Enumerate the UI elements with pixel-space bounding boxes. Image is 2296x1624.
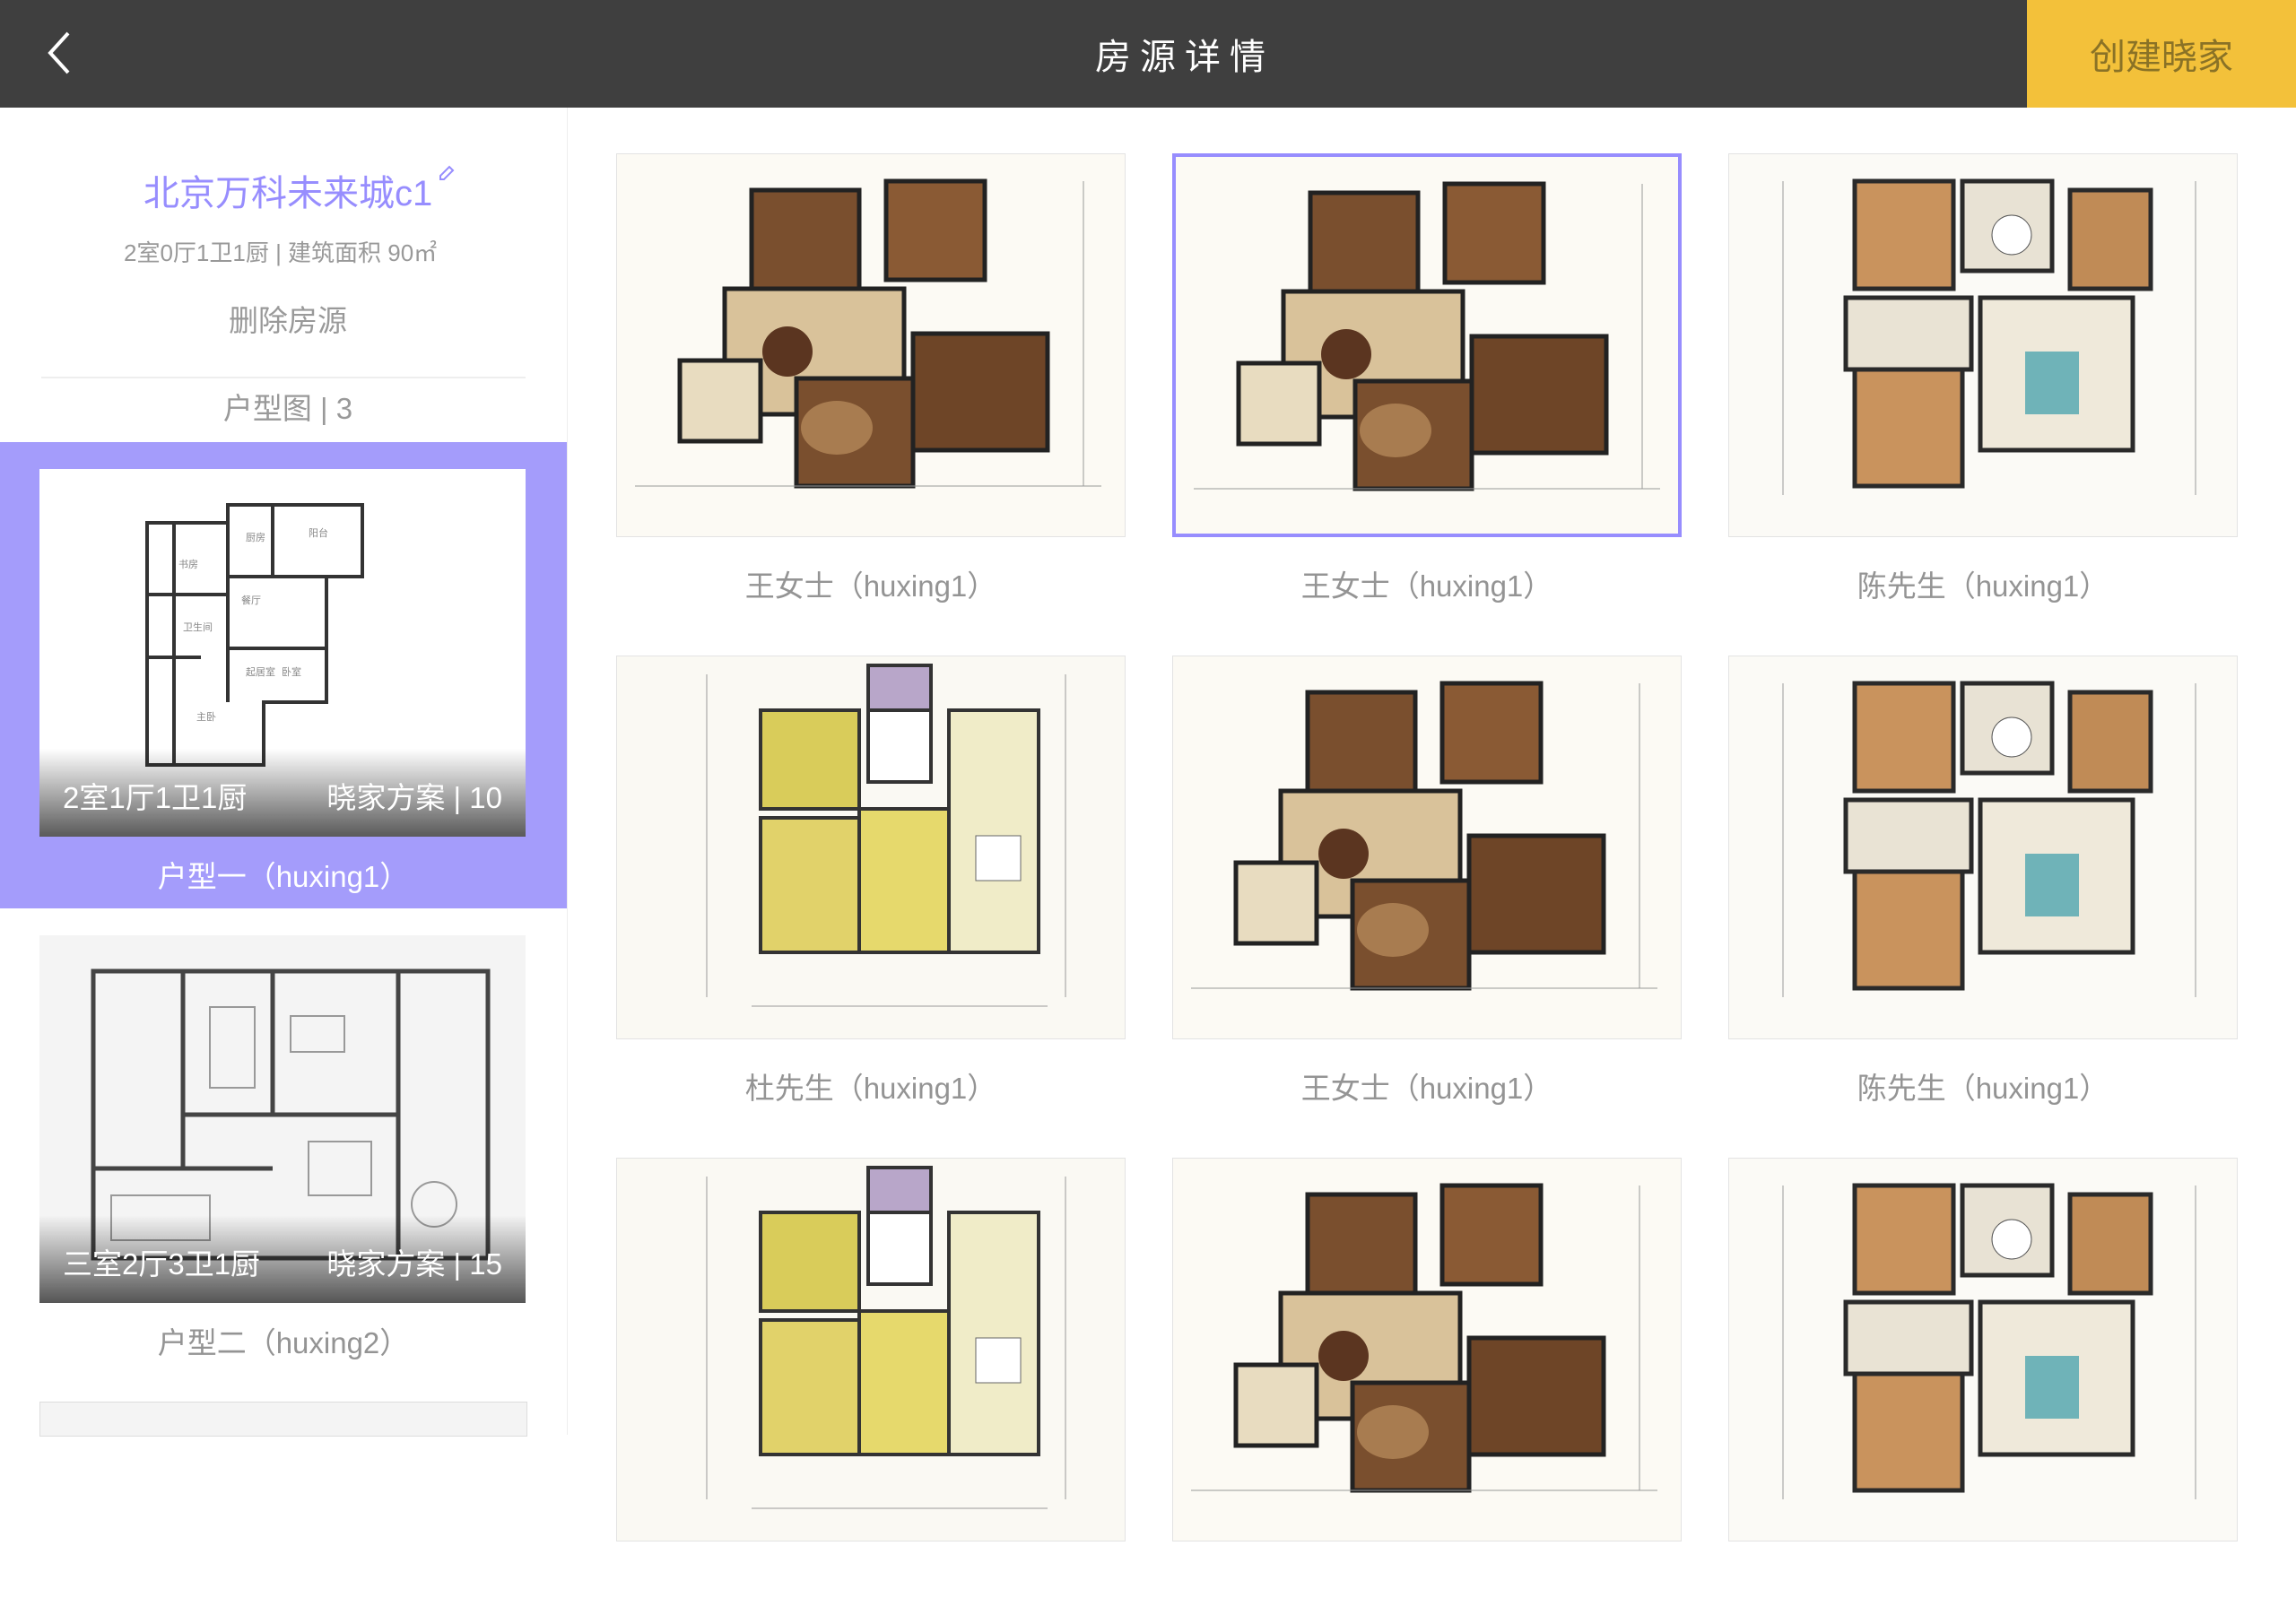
room-label: 书房 xyxy=(178,559,198,570)
room-label: 阳台 xyxy=(309,526,328,539)
project-info: 2室0厅1卫1厨 | 建筑面积 90㎡ xyxy=(124,239,438,266)
floorplan-card[interactable] xyxy=(1728,1158,2238,1624)
divider xyxy=(41,377,526,378)
page-title: 房源详情 xyxy=(1095,38,1274,77)
floorplan-image xyxy=(616,153,1126,537)
floorplan-card[interactable]: 王女士（huxing1） xyxy=(1172,153,1682,620)
floorplan-image xyxy=(1172,1158,1682,1541)
header-bar: 房源详情 创建晓家 xyxy=(0,0,2296,108)
sidebar-item-more[interactable] xyxy=(0,1402,567,1437)
floorplan-owner-label: 王女士（huxing1） xyxy=(1300,569,1553,603)
floorplan-image xyxy=(1172,153,1682,537)
floorplan-owner-label: 陈先生（huxing1） xyxy=(1857,1072,2109,1105)
floorplan-image xyxy=(1728,1158,2238,1541)
room-label: 卧室 xyxy=(282,665,301,678)
floorplan-image xyxy=(1728,153,2238,537)
floorplan-card[interactable]: 王女士（huxing1） xyxy=(616,153,1126,620)
chevron-left-icon[interactable] xyxy=(47,30,72,75)
project-name: 北京万科未来城c1 xyxy=(144,174,433,213)
floorplan-card[interactable] xyxy=(616,1158,1126,1624)
floorplan-image xyxy=(616,1158,1126,1541)
floorplan-image xyxy=(1728,656,2238,1039)
plan-count: 晓家方案 | 15 xyxy=(326,1247,502,1281)
floorplan-thumbnail: 三室2厅3卫1厨 晓家方案 | 15 xyxy=(39,935,526,1303)
floorplan-thumbnail: 厨房 阳台 书房 餐厅 卫生间 起居室 主卧 卧室 2室1厅1卫1厨 晓家方案 … xyxy=(39,469,526,837)
floorplan-owner-label: 王女士（huxing1） xyxy=(744,569,997,603)
floorplan-image xyxy=(1172,656,1682,1039)
floorplan-owner-label: 杜先生（huxing1） xyxy=(744,1072,997,1105)
sidebar-item-huxing2[interactable]: 三室2厅3卫1厨 晓家方案 | 15 户型二（huxing2） xyxy=(0,908,567,1375)
plan-count: 晓家方案 | 10 xyxy=(326,781,502,814)
room-label: 主卧 xyxy=(196,711,216,723)
room-label: 起居室 xyxy=(246,665,275,678)
create-xiaojia-button[interactable]: 创建晓家 xyxy=(2027,0,2296,108)
floorplan-card[interactable]: 王女士（huxing1） xyxy=(1172,656,1682,1122)
floorplan-card[interactable] xyxy=(1172,1158,1682,1624)
room-label: 厨房 xyxy=(246,532,265,543)
room-summary: 三室2厅3卫1厨 xyxy=(63,1247,261,1281)
floorplan-thumbnail xyxy=(39,1402,527,1437)
floorplan-owner-label: 王女士（huxing1） xyxy=(1300,1072,1553,1105)
floorplan-name: 户型二（huxing2） xyxy=(157,1326,410,1359)
sidebar-item-huxing1[interactable]: 厨房 阳台 书房 餐厅 卫生间 起居室 主卧 卧室 2室1厅1卫1厨 晓家方案 … xyxy=(0,442,567,908)
floorplan-count: 户型图 | 3 xyxy=(222,392,353,425)
room-label: 餐厅 xyxy=(241,594,261,606)
floorplan-card[interactable]: 杜先生（huxing1） xyxy=(616,656,1126,1122)
floorplan-card[interactable]: 陈先生（huxing1） xyxy=(1728,153,2238,620)
delete-listing-button[interactable]: 删除房源 xyxy=(144,303,432,339)
room-label: 卫生间 xyxy=(183,621,213,633)
floorplan-image xyxy=(616,656,1126,1039)
floorplan-name: 户型一（huxing1） xyxy=(157,860,410,893)
edit-icon[interactable] xyxy=(438,164,456,182)
floorplan-owner-label: 陈先生（huxing1） xyxy=(1857,569,2109,603)
floorplan-card[interactable]: 陈先生（huxing1） xyxy=(1728,656,2238,1122)
room-summary: 2室1厅1卫1厨 xyxy=(63,781,248,814)
